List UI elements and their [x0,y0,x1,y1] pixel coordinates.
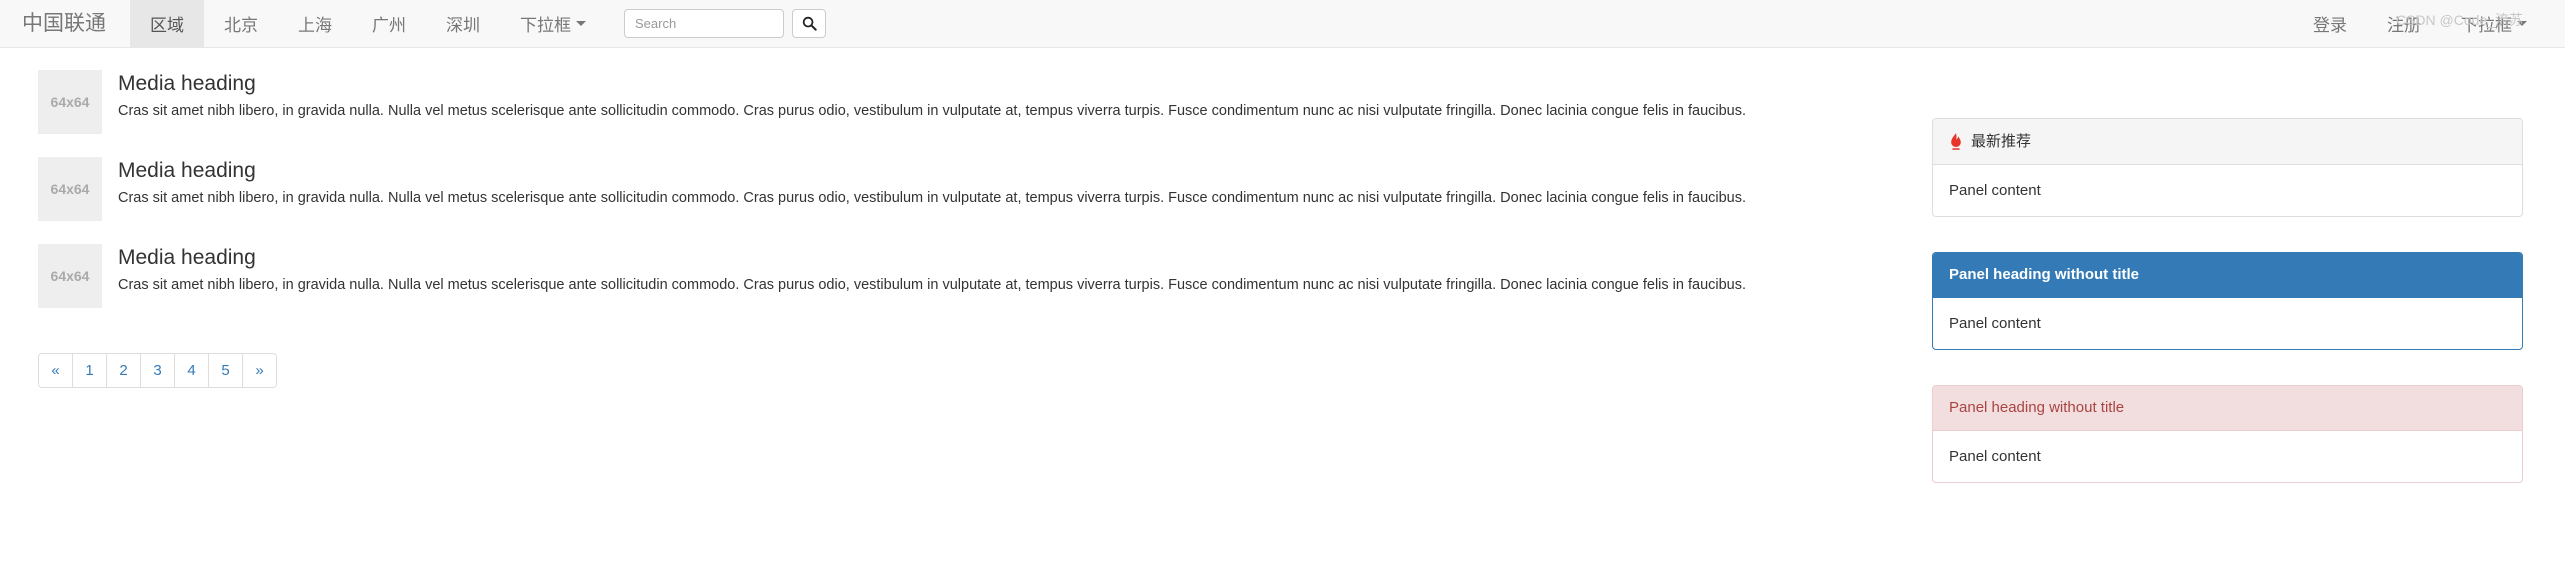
media-text: Cras sit amet nibh libero, in gravida nu… [118,103,1747,120]
pagination-page-label: 3 [141,354,174,387]
nav-item-guangzhou[interactable]: 广州 [352,0,426,47]
media-body: Media heading Cras sit amet nibh libero,… [118,244,1898,308]
media-thumbnail[interactable]: 64x64 [38,157,102,221]
pagination-page-1[interactable]: 1 [73,354,107,387]
media-thumbnail-wrap: 64x64 [38,157,118,221]
panel-body: Panel content [1949,448,2041,465]
media-item: 64x64 Media heading Cras sit amet nibh l… [38,244,1898,308]
search-input[interactable] [624,9,784,38]
pagination-page-label: 4 [175,354,208,387]
media-thumbnail[interactable]: 64x64 [38,70,102,134]
pagination-next-label: » [243,354,276,387]
media-thumbnail-wrap: 64x64 [38,244,118,308]
search-form [606,0,826,47]
panel-body: Panel content [1949,182,2041,199]
panel-latest-recommend: 最新推荐 Panel content [1932,118,2523,217]
navbar-brand[interactable]: 中国联通 [0,0,130,47]
pagination-page-label: 1 [73,354,106,387]
pagination-page-3[interactable]: 3 [141,354,175,387]
nav-item-dropdown[interactable]: 下拉框 [500,0,606,47]
nav-item-beijing[interactable]: 北京 [204,0,278,47]
pagination-prev-label: « [39,354,72,387]
sidebar-panels: 最新推荐 Panel content Panel heading without… [1932,118,2523,518]
media-list: 64x64 Media heading Cras sit amet nibh l… [38,70,1898,388]
media-thumbnail-wrap: 64x64 [38,70,118,134]
panel-primary: Panel heading without title Panel conten… [1932,252,2523,350]
pagination-page-4[interactable]: 4 [175,354,209,387]
chevron-down-icon [576,21,586,26]
nav-item-shanghai[interactable]: 上海 [278,0,352,47]
media-body: Media heading Cras sit amet nibh libero,… [118,70,1898,134]
search-icon [802,16,817,31]
navbar: 中国联通 区域 北京 上海 广州 深圳 下拉框 Search 登录 注册 下拉框 [0,0,2565,48]
panel-danger: Panel heading without title Panel conten… [1932,385,2523,483]
media-heading: Media heading [118,72,256,95]
pagination: « 1 2 3 4 5 » [38,353,277,388]
media-item: 64x64 Media heading Cras sit amet nibh l… [38,157,1898,221]
media-heading: Media heading [118,159,256,182]
panel-body: Panel content [1949,315,2041,332]
flame-icon [1949,132,1963,151]
pagination-next[interactable]: » [243,354,276,387]
nav-item-label: 北京 [224,16,258,35]
media-heading: Media heading [118,246,256,269]
panel-heading: Panel heading without title [1933,253,2522,298]
panel-heading-label: 最新推荐 [1971,132,2032,150]
media-body: Media heading Cras sit amet nibh libero,… [118,157,1898,221]
nav-item-shenzhen[interactable]: 深圳 [426,0,500,47]
panel-heading: 最新推荐 [1933,119,2522,165]
media-thumbnail[interactable]: 64x64 [38,244,102,308]
nav-item-region[interactable]: 区域 [130,0,204,47]
pagination-page-label: 2 [107,354,140,387]
panel-heading: Panel heading without title [1933,386,2522,431]
nav-item-label: 下拉框 [520,16,571,35]
media-item: 64x64 Media heading Cras sit amet nibh l… [38,70,1898,134]
nav-item-label: 上海 [298,16,332,35]
media-text: Cras sit amet nibh libero, in gravida nu… [118,277,1747,294]
search-button[interactable] [792,9,826,38]
nav-item-login[interactable]: 登录 [2293,0,2367,47]
panel-heading-label: Panel heading without title [1949,266,2140,283]
nav-item-label: 广州 [372,16,406,35]
nav-item-label: 深圳 [446,16,480,35]
nav-item-label: 登录 [2313,16,2347,35]
watermark: CSDN @Code_流苏 [2395,12,2523,28]
pagination-page-label: 5 [209,354,242,387]
panel-heading-label: Panel heading without title [1949,399,2125,416]
pagination-page-2[interactable]: 2 [107,354,141,387]
nav-item-label: 区域 [150,16,184,35]
pagination-page-5[interactable]: 5 [209,354,243,387]
pagination-prev[interactable]: « [39,354,73,387]
media-text: Cras sit amet nibh libero, in gravida nu… [118,190,1747,207]
navbar-nav: 区域 北京 上海 广州 深圳 下拉框 [130,0,606,47]
